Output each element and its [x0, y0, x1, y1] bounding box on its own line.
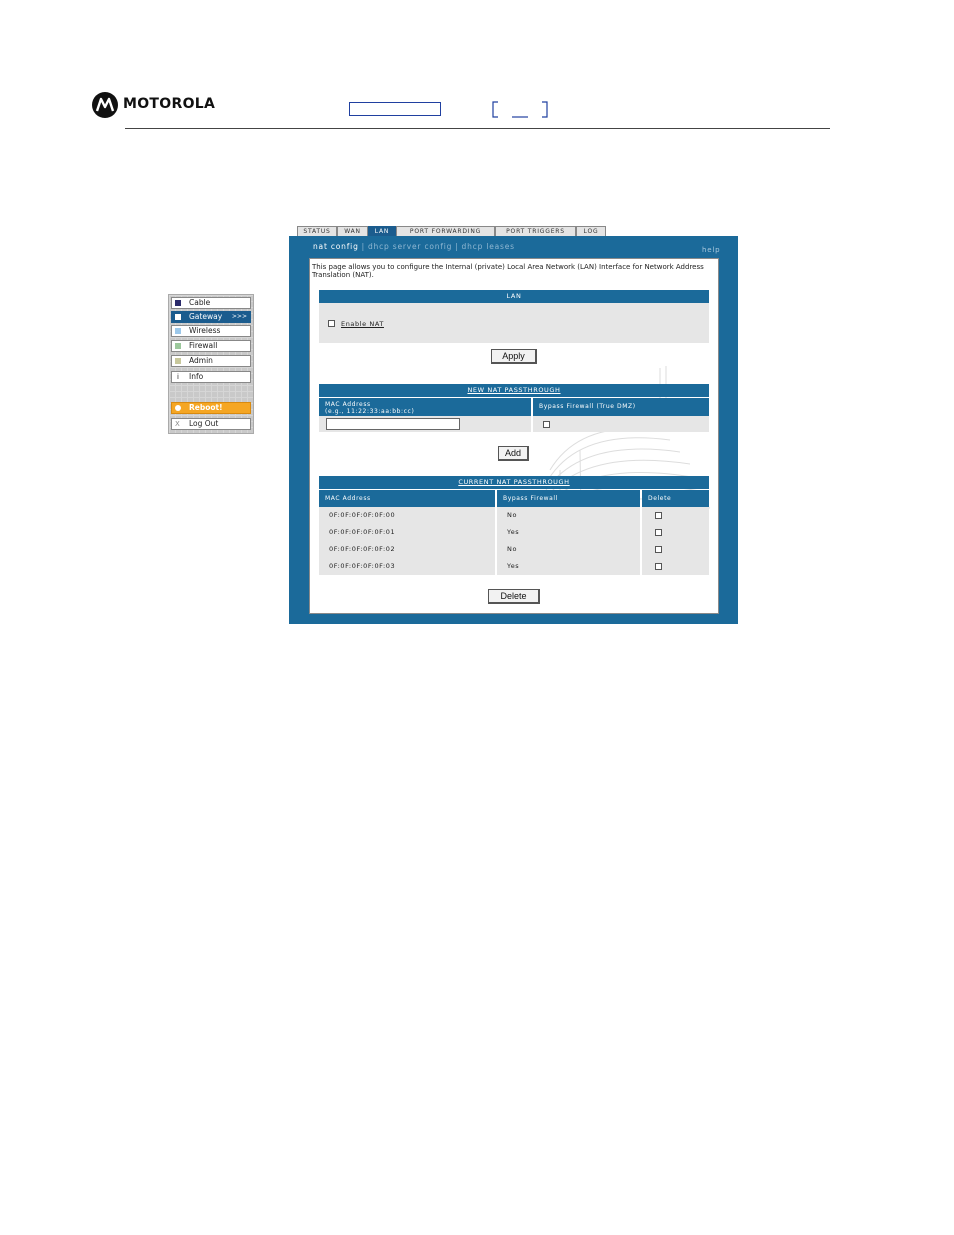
- header-link-box[interactable]: [349, 102, 441, 116]
- logout-label: Log Out: [189, 419, 219, 428]
- nav-item-label: Info: [189, 372, 204, 381]
- delete-checkbox[interactable]: [655, 529, 662, 536]
- nav-item-gateway[interactable]: Gateway >>>: [171, 311, 251, 323]
- table-row: 0F:0F:0F:0F:0F:01 Yes: [319, 524, 709, 541]
- current-passthrough-header: CURRENT NAT PASSTHROUGH: [319, 476, 709, 489]
- current-delete-column-header: Delete: [642, 490, 709, 508]
- intro-text: This page allows you to configure the In…: [312, 263, 704, 279]
- side-nav: Cable Gateway >>> Wireless Firewall Admi…: [168, 294, 254, 434]
- mac-cell: 0F:0F:0F:0F:0F:01: [329, 528, 396, 536]
- nav-item-label: Admin: [189, 356, 213, 365]
- mac-header-example: (e.g., 11:22:33:aa:bb:cc): [325, 408, 415, 415]
- add-button[interactable]: Add: [498, 446, 529, 461]
- nav-item-firewall[interactable]: Firewall: [171, 340, 251, 352]
- delete-checkbox[interactable]: [655, 512, 662, 519]
- current-bypass-column-header: Bypass Firewall: [497, 490, 640, 508]
- mac-address-column-header: MAC Address (e.g., 11:22:33:aa:bb:cc): [319, 398, 531, 416]
- tab-status[interactable]: STATUS: [297, 226, 337, 236]
- info-icon: i: [177, 373, 179, 381]
- close-icon: X: [175, 420, 180, 428]
- motorola-logo-icon: [92, 92, 118, 118]
- table-row: 0F:0F:0F:0F:0F:02 No: [319, 541, 709, 558]
- mac-address-input[interactable]: [326, 418, 460, 430]
- bypass-cell: Yes: [507, 528, 520, 536]
- square-icon: [175, 300, 181, 306]
- tab-port-triggers[interactable]: PORT TRIGGERS: [495, 226, 576, 236]
- help-link[interactable]: help: [702, 246, 720, 254]
- nav-item-cable[interactable]: Cable: [171, 297, 251, 309]
- bypass-cell: Yes: [507, 562, 520, 570]
- nav-arrow: >>>: [231, 313, 247, 320]
- column-divider: [640, 541, 642, 558]
- mac-cell: 0F:0F:0F:0F:0F:03: [329, 562, 396, 570]
- enable-nat-label: Enable NAT: [341, 320, 384, 328]
- brand-name: MOTOROLA: [123, 96, 216, 112]
- column-divider: [640, 507, 642, 524]
- nav-item-info[interactable]: i Info: [171, 371, 251, 383]
- current-mac-column-header: MAC Address: [319, 490, 495, 508]
- nav-item-label: Gateway: [189, 312, 223, 321]
- tab-log[interactable]: LOG: [576, 226, 606, 236]
- nav-item-label: Firewall: [189, 341, 218, 350]
- sub-nav: nat config | dhcp server config | dhcp lease…: [313, 242, 515, 251]
- header-divider: [125, 128, 830, 129]
- column-divider: [640, 558, 642, 575]
- subnav-dhcp-leases[interactable]: dhcp leases: [462, 242, 515, 251]
- new-passthrough-header: NEW NAT PASSTHROUGH: [319, 384, 709, 397]
- mac-cell: 0F:0F:0F:0F:0F:02: [329, 545, 396, 553]
- tab-wan[interactable]: WAN: [337, 226, 368, 236]
- reboot-label: Reboot!: [189, 403, 223, 412]
- table-row: 0F:0F:0F:0F:0F:03 Yes: [319, 558, 709, 575]
- column-divider: [531, 416, 533, 432]
- column-divider: [495, 507, 497, 524]
- delete-checkbox[interactable]: [655, 546, 662, 553]
- square-icon: [175, 343, 181, 349]
- delete-button[interactable]: Delete: [488, 589, 540, 604]
- column-divider: [495, 558, 497, 575]
- subnav-nat-config[interactable]: nat config: [313, 242, 359, 251]
- lan-section-header: LAN: [319, 290, 709, 303]
- square-icon: [175, 358, 181, 364]
- mac-cell: 0F:0F:0F:0F:0F:00: [329, 511, 396, 519]
- delete-checkbox[interactable]: [655, 563, 662, 570]
- header-bracket-box: [492, 101, 548, 118]
- square-icon: [175, 314, 181, 320]
- nav-item-wireless[interactable]: Wireless: [171, 325, 251, 337]
- bypass-cell: No: [507, 511, 518, 519]
- subnav-dhcp-server-config[interactable]: dhcp server config: [368, 242, 452, 251]
- nav-item-admin[interactable]: Admin: [171, 355, 251, 367]
- table-row: 0F:0F:0F:0F:0F:00 No: [319, 507, 709, 524]
- nav-item-label: Cable: [189, 298, 211, 307]
- mac-header-line1: MAC Address: [325, 401, 371, 408]
- apply-button[interactable]: Apply: [491, 349, 537, 364]
- column-divider: [495, 541, 497, 558]
- bypass-column-header: Bypass Firewall (True DMZ): [533, 398, 709, 416]
- column-divider: [495, 524, 497, 541]
- reboot-button[interactable]: Reboot!: [171, 402, 251, 414]
- nav-item-label: Wireless: [189, 326, 221, 335]
- square-icon: [175, 328, 181, 334]
- column-divider: [640, 524, 642, 541]
- bypass-cell: No: [507, 545, 518, 553]
- bypass-firewall-checkbox[interactable]: [543, 421, 550, 428]
- tab-port-forwarding[interactable]: PORT FORWARDING: [396, 226, 495, 236]
- power-icon: [175, 405, 181, 411]
- logout-button[interactable]: X Log Out: [171, 418, 251, 430]
- enable-nat-checkbox[interactable]: [328, 320, 335, 327]
